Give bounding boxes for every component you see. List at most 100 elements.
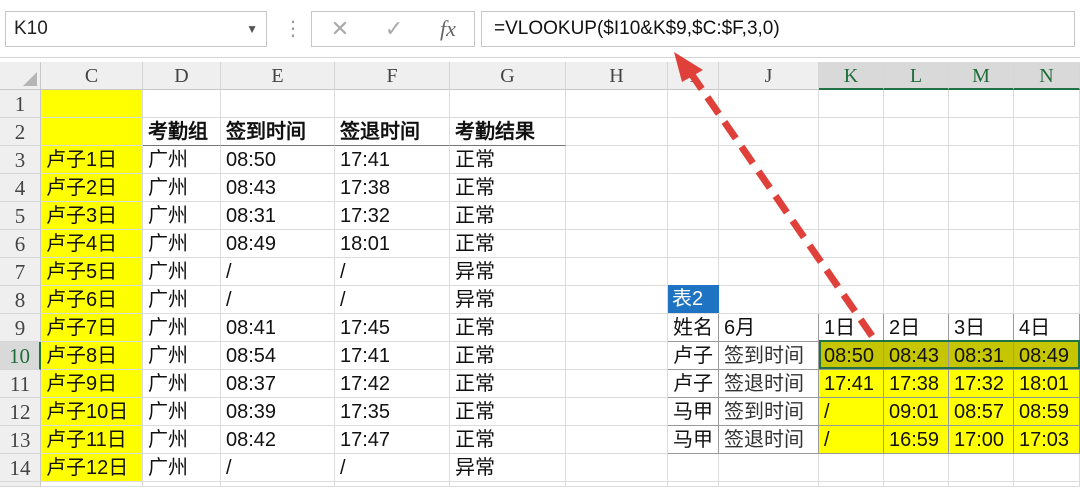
- grid-cell[interactable]: [719, 90, 819, 118]
- grid-cell[interactable]: [949, 230, 1014, 258]
- table1-header[interactable]: 签到时间: [221, 118, 335, 146]
- table1-cell[interactable]: 广州: [143, 258, 221, 286]
- table1-cell[interactable]: 08:42: [221, 426, 335, 454]
- grid-cell[interactable]: [668, 454, 719, 482]
- grid-cell[interactable]: [719, 146, 819, 174]
- grid-cell[interactable]: [221, 90, 335, 118]
- table1-header[interactable]: 签退时间: [335, 118, 450, 146]
- row-header-11[interactable]: 11: [0, 370, 41, 398]
- grid-cell[interactable]: [566, 174, 668, 202]
- table2-type-cell[interactable]: 签退时间: [719, 426, 819, 454]
- grid-cell[interactable]: [819, 146, 884, 174]
- grid-cell[interactable]: [949, 286, 1014, 314]
- grid-cell[interactable]: [566, 90, 668, 118]
- grid-cell[interactable]: [566, 258, 668, 286]
- grid-cell[interactable]: [1014, 146, 1080, 174]
- table2-value-cell[interactable]: 16:59: [884, 426, 949, 454]
- row-header-4[interactable]: 4: [0, 174, 41, 202]
- grid-cell[interactable]: [949, 146, 1014, 174]
- grid-cell[interactable]: [719, 454, 819, 482]
- table1-header[interactable]: 考勤组: [143, 118, 221, 146]
- enter-icon[interactable]: ✓: [374, 12, 414, 46]
- column-header-l[interactable]: L: [884, 62, 949, 90]
- grid-cell[interactable]: [143, 482, 221, 487]
- table1-cell[interactable]: 17:41: [335, 146, 450, 174]
- grid-cell[interactable]: [335, 90, 450, 118]
- table2-value-cell[interactable]: 08:57: [949, 398, 1014, 426]
- row-header-9[interactable]: 9: [0, 314, 41, 342]
- table2-type-cell[interactable]: 签到时间: [719, 398, 819, 426]
- table1-cell[interactable]: 17:45: [335, 314, 450, 342]
- column-header-i[interactable]: I: [668, 62, 719, 90]
- table1-cell[interactable]: 正常: [450, 174, 566, 202]
- grid-cell[interactable]: [719, 286, 819, 314]
- grid-cell[interactable]: [949, 482, 1014, 487]
- table2-value-cell[interactable]: 08:59: [1014, 398, 1080, 426]
- table1-cell[interactable]: 广州: [143, 202, 221, 230]
- table1-cell[interactable]: 08:41: [221, 314, 335, 342]
- table1-cell[interactable]: 卢子12日: [41, 454, 143, 482]
- grid-cell[interactable]: [949, 454, 1014, 482]
- grid-cell[interactable]: [335, 482, 450, 487]
- drag-handle-icon[interactable]: ⋮: [283, 14, 303, 44]
- table2-type-cell[interactable]: 签到时间: [719, 342, 819, 370]
- grid-cell[interactable]: [668, 230, 719, 258]
- grid-cell[interactable]: [819, 118, 884, 146]
- grid-cell[interactable]: [668, 174, 719, 202]
- table1-cell[interactable]: 08:49: [221, 230, 335, 258]
- chevron-down-icon[interactable]: ▼: [246, 12, 258, 46]
- grid-cell[interactable]: [566, 398, 668, 426]
- grid-cell[interactable]: [819, 90, 884, 118]
- grid-cell[interactable]: [566, 202, 668, 230]
- grid-cell[interactable]: [143, 90, 221, 118]
- grid-cell[interactable]: [1014, 454, 1080, 482]
- table1-cell[interactable]: 正常: [450, 342, 566, 370]
- column-header-c[interactable]: C: [41, 62, 143, 90]
- table1-cell[interactable]: 08:31: [221, 202, 335, 230]
- table1-cell[interactable]: 卢子2日: [41, 174, 143, 202]
- grid-cell[interactable]: [819, 286, 884, 314]
- row-header-3[interactable]: 3: [0, 146, 41, 174]
- table2-header-name[interactable]: 姓名: [668, 314, 719, 342]
- table1-cell[interactable]: 广州: [143, 342, 221, 370]
- table1-cell[interactable]: /: [335, 286, 450, 314]
- grid-cell[interactable]: [819, 482, 884, 487]
- grid-cell[interactable]: [1014, 202, 1080, 230]
- grid-cell[interactable]: [668, 482, 719, 487]
- row-header-5[interactable]: 5: [0, 202, 41, 230]
- table1-cell[interactable]: /: [335, 454, 450, 482]
- grid-cell[interactable]: [819, 174, 884, 202]
- grid-cell[interactable]: [949, 90, 1014, 118]
- table1-cell[interactable]: /: [335, 258, 450, 286]
- grid-cell[interactable]: [1014, 90, 1080, 118]
- table2-value-cell[interactable]: 17:03: [1014, 426, 1080, 454]
- row-header-14[interactable]: 14: [0, 454, 41, 482]
- grid-cell[interactable]: [719, 482, 819, 487]
- column-header-n[interactable]: N: [1014, 62, 1080, 90]
- grid-cell[interactable]: [221, 482, 335, 487]
- table2-value-cell[interactable]: 18:01: [1014, 370, 1080, 398]
- grid-cell[interactable]: [566, 370, 668, 398]
- grid-cell[interactable]: [884, 90, 949, 118]
- row-header-12[interactable]: 12: [0, 398, 41, 426]
- table1-cell[interactable]: 广州: [143, 230, 221, 258]
- grid-cell[interactable]: [566, 230, 668, 258]
- row-header-6[interactable]: 6: [0, 230, 41, 258]
- table1-cell[interactable]: 正常: [450, 314, 566, 342]
- table2-value-cell[interactable]: 17:32: [949, 370, 1014, 398]
- table1-cell[interactable]: 卢子3日: [41, 202, 143, 230]
- table1-cell[interactable]: 17:32: [335, 202, 450, 230]
- grid-cell[interactable]: [566, 342, 668, 370]
- column-header-f[interactable]: F: [335, 62, 450, 90]
- table1-cell[interactable]: 卢子11日: [41, 426, 143, 454]
- grid-cell[interactable]: [719, 118, 819, 146]
- table1-cell[interactable]: /: [221, 286, 335, 314]
- column-header-e[interactable]: E: [221, 62, 335, 90]
- table1-cell[interactable]: 08:37: [221, 370, 335, 398]
- table1-cell[interactable]: 卢子4日: [41, 230, 143, 258]
- grid-cell[interactable]: [719, 174, 819, 202]
- grid-cell[interactable]: [41, 118, 143, 146]
- cancel-icon[interactable]: ✕: [320, 12, 360, 46]
- table1-cell[interactable]: 广州: [143, 286, 221, 314]
- table2-value-cell[interactable]: 17:00: [949, 426, 1014, 454]
